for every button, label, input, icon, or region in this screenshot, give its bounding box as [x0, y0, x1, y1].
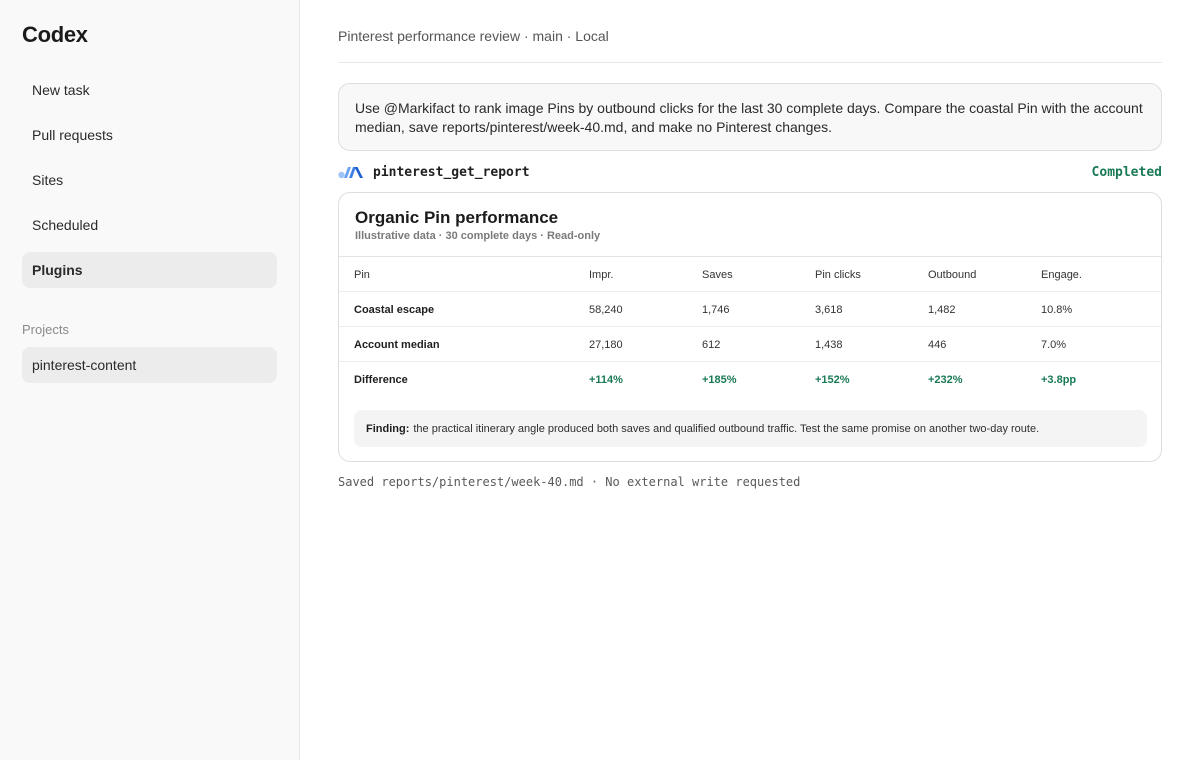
table-cell: 3,618: [815, 303, 843, 316]
table-cell: 1,746: [702, 303, 730, 316]
table-cell: 612: [702, 338, 721, 351]
sidebar-item-scheduled[interactable]: Scheduled: [22, 207, 277, 243]
thread-title: Pinterest performance review · main · Lo…: [338, 28, 609, 44]
column-header: Impr.: [589, 268, 614, 281]
column-header: Saves: [702, 268, 733, 281]
table-cell: Difference: [354, 373, 408, 386]
tool-call-name: pinterest_get_report: [373, 164, 530, 180]
app-logo: Codex: [22, 22, 88, 47]
user-prompt: Use @Markifact to rank image Pins by out…: [338, 83, 1162, 151]
table-cell: 446: [928, 338, 947, 351]
sidebar-nav: New task Pull requests Sites Scheduled P…: [22, 72, 277, 297]
finding-callout: Finding: the practical itinerary angle p…: [354, 410, 1147, 447]
sidebar-item-label: Plugins: [32, 262, 83, 278]
sidebar-item-label: Scheduled: [32, 217, 99, 233]
tool-call-header: pinterest_get_report: [338, 165, 530, 180]
projects-section-label: Projects: [22, 322, 69, 337]
table-cell: 58,240: [589, 303, 623, 316]
table-cell: +114%: [589, 373, 623, 386]
sidebar-item-sites[interactable]: Sites: [22, 162, 277, 198]
column-header: Pin: [354, 268, 370, 281]
table-cell: +152%: [815, 373, 850, 386]
save-status-note: Saved reports/pinterest/week-40.md · No …: [338, 475, 801, 489]
table-cell: 1,482: [928, 303, 956, 316]
report-subtitle: Illustrative data · 30 complete days · R…: [355, 230, 601, 242]
sidebar-item-pull-requests[interactable]: Pull requests: [22, 117, 277, 153]
table-cell: Account median: [354, 338, 440, 351]
table-cell: +232%: [928, 373, 963, 386]
tool-call-row[interactable]: pinterest_get_report Completed: [338, 162, 1162, 182]
project-item-label: pinterest-content: [32, 357, 137, 373]
sidebar-item-label: Pull requests: [32, 127, 113, 143]
sidebar: Codex New task Pull requests Sites Sched…: [0, 0, 300, 760]
finding-text: the practical itinerary angle produced b…: [413, 422, 1040, 435]
table-cell: 27,180: [589, 338, 623, 351]
table-row: Coastal escape 58,240 1,746 3,618 1,482 …: [339, 292, 1161, 327]
sidebar-item-plugins[interactable]: Plugins: [22, 252, 277, 288]
column-header: Engage.: [1041, 268, 1082, 281]
table-cell: Coastal escape: [354, 303, 435, 316]
report-card: Organic Pin performance Illustrative dat…: [338, 192, 1162, 462]
tool-call-status: Completed: [1091, 164, 1162, 180]
table-cell: 1,438: [815, 338, 843, 351]
user-prompt-text: Use @Markifact to rank image Pins by out…: [355, 100, 1143, 135]
sidebar-item-new-task[interactable]: New task: [22, 72, 277, 108]
table-cell: 10.8%: [1041, 303, 1073, 316]
table-cell: 7.0%: [1041, 338, 1067, 351]
column-header: Pin clicks: [815, 268, 861, 281]
sidebar-item-label: Sites: [32, 172, 64, 188]
column-header: Outbound: [928, 268, 977, 281]
table-header-row: Pin Impr. Saves Pin clicks Outbound Enga…: [339, 257, 1161, 292]
finding-label: Finding:: [366, 422, 410, 435]
table-cell: +185%: [702, 373, 737, 386]
project-item-pinterest-content[interactable]: pinterest-content: [22, 347, 277, 383]
markifact-logo-icon: [338, 167, 363, 179]
performance-table: Pin Impr. Saves Pin clicks Outbound Enga…: [339, 256, 1161, 397]
report-title: Organic Pin performance: [355, 208, 559, 227]
table-row: Account median 27,180 612 1,438 446 7.0%: [339, 327, 1161, 362]
sidebar-item-label: New task: [32, 82, 90, 98]
table-row: Difference +114% +185% +152% +232% +3.8p…: [339, 362, 1161, 397]
table-cell: +3.8pp: [1041, 373, 1077, 386]
thread-header: Pinterest performance review · main · Lo…: [338, 28, 1162, 63]
